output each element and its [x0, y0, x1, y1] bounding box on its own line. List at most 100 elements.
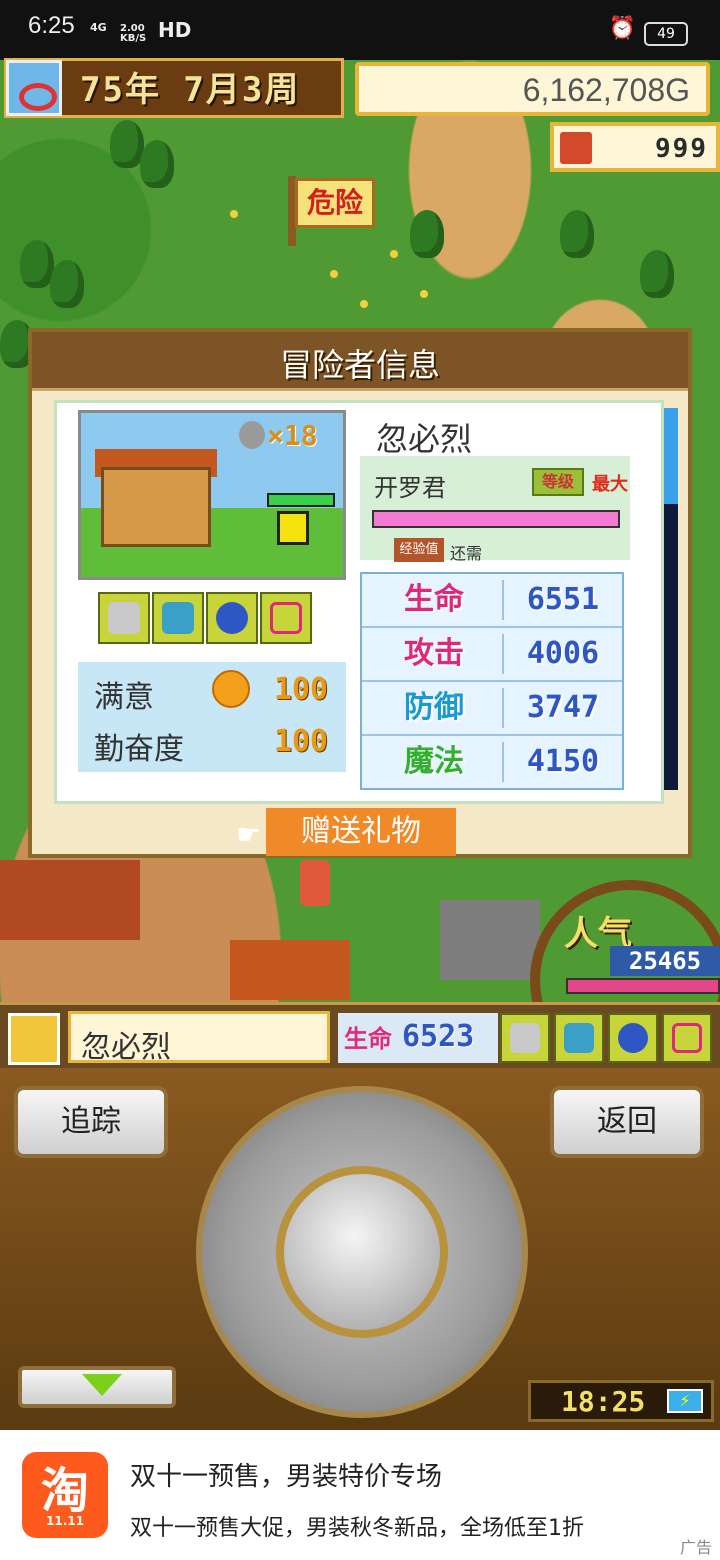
equip-slot-amulet[interactable] — [260, 592, 312, 644]
equip-slot-sword[interactable] — [98, 592, 150, 644]
building — [230, 940, 350, 1000]
ad-title[interactable]: 双十一预售，男装特价专场 — [130, 1456, 442, 1493]
exp-bar — [372, 510, 620, 528]
satisfaction-value: 100 — [273, 672, 328, 707]
diligence-value: 100 — [273, 724, 328, 759]
stat-row-magic: 魔法 4150 — [362, 736, 622, 788]
popularity-bar — [566, 978, 720, 994]
ad-description[interactable]: 双十一预售大促，男装秋冬新品，全场低至1折 — [130, 1510, 584, 1542]
adventurer-sprite[interactable] — [300, 860, 330, 906]
hero-name: 忽必烈 — [81, 1030, 171, 1065]
dpad-center-button[interactable] — [276, 1166, 448, 1338]
tree — [110, 120, 144, 168]
class-name: 开罗君 — [374, 474, 446, 502]
stat-value: 4150 — [502, 742, 622, 782]
medal-icon — [239, 421, 265, 449]
ad-tag: 广告 — [679, 1538, 712, 1557]
flower — [420, 290, 428, 298]
building — [0, 860, 140, 940]
level-value: 最大 — [592, 474, 628, 495]
stat-value: 6551 — [502, 580, 622, 620]
hero-hp-label: 生命 — [344, 1025, 392, 1053]
stats-table: 生命 6551 攻击 4006 防御 3747 魔法 4150 — [360, 572, 624, 790]
stat-label: 防御 — [404, 690, 464, 725]
strip-equip-amulet — [662, 1013, 712, 1063]
scrollbar-thumb[interactable] — [664, 408, 678, 504]
back-button[interactable]: 返回 — [550, 1086, 704, 1158]
tree — [140, 140, 174, 188]
logo-text: 淘 — [40, 1463, 89, 1519]
status-bar: 6:25 4G 2.00 KB/S HD ⏰ 49 — [0, 0, 720, 60]
stat-label: 生命 — [404, 582, 464, 617]
hd-indicator: HD — [158, 18, 192, 42]
tree — [20, 240, 54, 288]
smiley-icon — [212, 670, 250, 708]
calendar-button[interactable] — [6, 60, 62, 116]
tree — [560, 210, 594, 258]
shield-icon — [618, 1023, 648, 1053]
track-button[interactable]: 追踪 — [14, 1086, 168, 1158]
date-display: 75年 7月3周 — [80, 70, 301, 110]
adventurer-name: 忽必烈 — [376, 420, 473, 458]
pointing-hand-icon: ☛ — [236, 818, 262, 851]
strip-equip-armor — [554, 1013, 604, 1063]
tree — [640, 250, 674, 298]
alarm-icon: ⏰ — [608, 16, 636, 41]
strip-equip-sword — [500, 1013, 550, 1063]
stat-label: 魔法 — [404, 744, 464, 779]
taobao-logo-icon[interactable]: 淘 11.11 — [22, 1452, 108, 1538]
armor-icon — [162, 602, 194, 634]
amulet-icon — [672, 1023, 702, 1053]
adventurer-sprite — [277, 511, 309, 545]
mood-panel: 满意 100 勤奋度 100 — [78, 662, 346, 772]
class-panel: 开罗君 等级 最大 经验值 还需 — [360, 456, 630, 563]
flower — [390, 250, 398, 258]
chevron-down-icon — [82, 1374, 122, 1396]
hero-name-box: 忽必烈 — [68, 1011, 330, 1065]
controller-panel: 追踪 返回 18:25 ⚡ — [0, 1068, 720, 1430]
give-gift-button[interactable]: 赠送礼物 — [266, 808, 456, 856]
stat-row-defense: 防御 3747 — [362, 682, 622, 736]
stat-label: 攻击 — [404, 636, 464, 671]
flower — [230, 210, 238, 218]
diligence-label: 勤奋度 — [94, 732, 184, 767]
money-panel: 6,162,708G — [355, 62, 710, 116]
sword-icon — [108, 602, 140, 634]
popularity-value: 25465 — [610, 946, 720, 976]
money-value: 6,162,708G — [522, 72, 690, 108]
battery-icon: ⚡ — [667, 1389, 703, 1413]
exp-label: 经验值 — [394, 538, 444, 562]
strip-equip-shield — [608, 1013, 658, 1063]
population-panel[interactable]: 999 — [550, 122, 720, 172]
dialog-title: 冒险者信息 — [279, 346, 440, 384]
house-icon — [560, 132, 592, 164]
equip-slot-armor[interactable] — [152, 592, 204, 644]
game-clock: 18:25 ⚡ — [528, 1380, 714, 1422]
hero-hp-value: 6523 — [402, 1019, 475, 1054]
logo-subtext: 11.11 — [46, 1514, 84, 1528]
danger-flag[interactable]: 危险 — [295, 178, 375, 228]
mini-hp-bar — [267, 493, 335, 507]
battery-icon: 49 — [644, 22, 688, 46]
flower — [360, 300, 368, 308]
exp-text: 还需 — [450, 544, 483, 563]
population-value: 999 — [655, 134, 708, 164]
stat-value: 3747 — [502, 688, 622, 728]
ad-banner[interactable]: 淘 11.11 双十一预售，男装特价专场 双十一预售大促，男装秋冬新品，全场低至… — [0, 1430, 720, 1560]
stat-value: 4006 — [502, 634, 622, 674]
medal-count: ×18 — [267, 419, 318, 452]
satisfaction-label: 满意 — [94, 680, 154, 715]
hero-avatar[interactable] — [8, 1013, 60, 1065]
flower — [330, 270, 338, 278]
stat-row-hp: 生命 6551 — [362, 574, 622, 628]
down-arrow-button[interactable] — [18, 1366, 176, 1408]
hero-strip[interactable]: 忽必烈 生命 6523 — [0, 1002, 720, 1071]
equip-slot-shield[interactable] — [206, 592, 258, 644]
tree — [410, 210, 444, 258]
tree — [50, 260, 84, 308]
dialog-header: 冒险者信息 — [32, 332, 688, 391]
adventurer-info-dialog: 冒险者信息 ×18 满意 100 勤奋度 100 忽必烈 开罗君 等级 最大 经… — [28, 328, 692, 858]
sword-icon — [510, 1023, 540, 1053]
amulet-icon — [270, 602, 302, 634]
network-indicator: 4G — [90, 21, 107, 34]
